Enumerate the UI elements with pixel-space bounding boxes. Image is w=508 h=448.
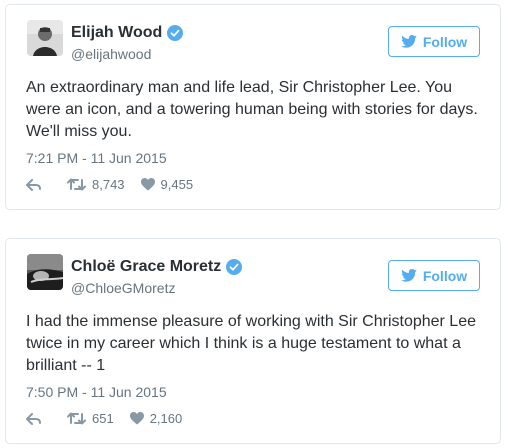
tweet-card: Chloë Grace Moretz @ChloeGMoretz Follow … [5, 238, 501, 444]
tweet-actions: 8,743 9,455 [26, 177, 209, 192]
avatar[interactable] [27, 254, 63, 290]
heart-icon [140, 178, 161, 191]
verified-icon [226, 259, 243, 275]
retweet-icon [67, 412, 92, 425]
tweet-card: Elijah Wood @elijahwood Follow An extrao… [5, 4, 501, 210]
follow-button[interactable]: Follow [388, 26, 480, 57]
user-handle[interactable]: @ChloeGMoretz [71, 279, 175, 297]
like-action[interactable]: 2,160 [129, 411, 183, 426]
reply-icon[interactable] [26, 178, 47, 191]
heart-icon [129, 412, 150, 425]
like-count: 9,455 [160, 177, 194, 192]
twitter-bird-icon [401, 269, 423, 282]
avatar[interactable] [27, 20, 63, 56]
like-count: 2,160 [149, 411, 183, 426]
twitter-bird-icon [401, 35, 423, 48]
retweet-action[interactable]: 651 [67, 411, 114, 426]
like-action[interactable]: 9,455 [140, 177, 194, 192]
user-handle[interactable]: @elijahwood [71, 45, 151, 63]
follow-label: Follow [422, 267, 468, 284]
user-name-row: Elijah Wood [71, 23, 184, 43]
retweet-count: 651 [92, 411, 114, 426]
user-name[interactable]: Elijah Wood [71, 23, 162, 43]
retweet-icon [67, 178, 92, 191]
retweet-count: 8,743 [92, 177, 125, 192]
user-name-row: Chloë Grace Moretz [71, 257, 243, 277]
reply-icon[interactable] [26, 412, 47, 425]
tweet-timestamp[interactable]: 7:50 PM - 11 Jun 2015 [26, 383, 167, 401]
tweet-text: I had the immense pleasure of working wi… [26, 313, 476, 374]
follow-label: Follow [422, 33, 468, 50]
verified-icon [167, 25, 184, 41]
follow-button[interactable]: Follow [388, 260, 480, 291]
tweet-timestamp[interactable]: 7:21 PM - 11 Jun 2015 [26, 149, 167, 167]
user-name[interactable]: Chloë Grace Moretz [71, 257, 221, 277]
tweet-actions: 651 2,160 [26, 411, 198, 426]
retweet-action[interactable]: 8,743 [67, 177, 125, 192]
tweet-text: An extraordinary man and life lead, Sir … [26, 79, 478, 140]
